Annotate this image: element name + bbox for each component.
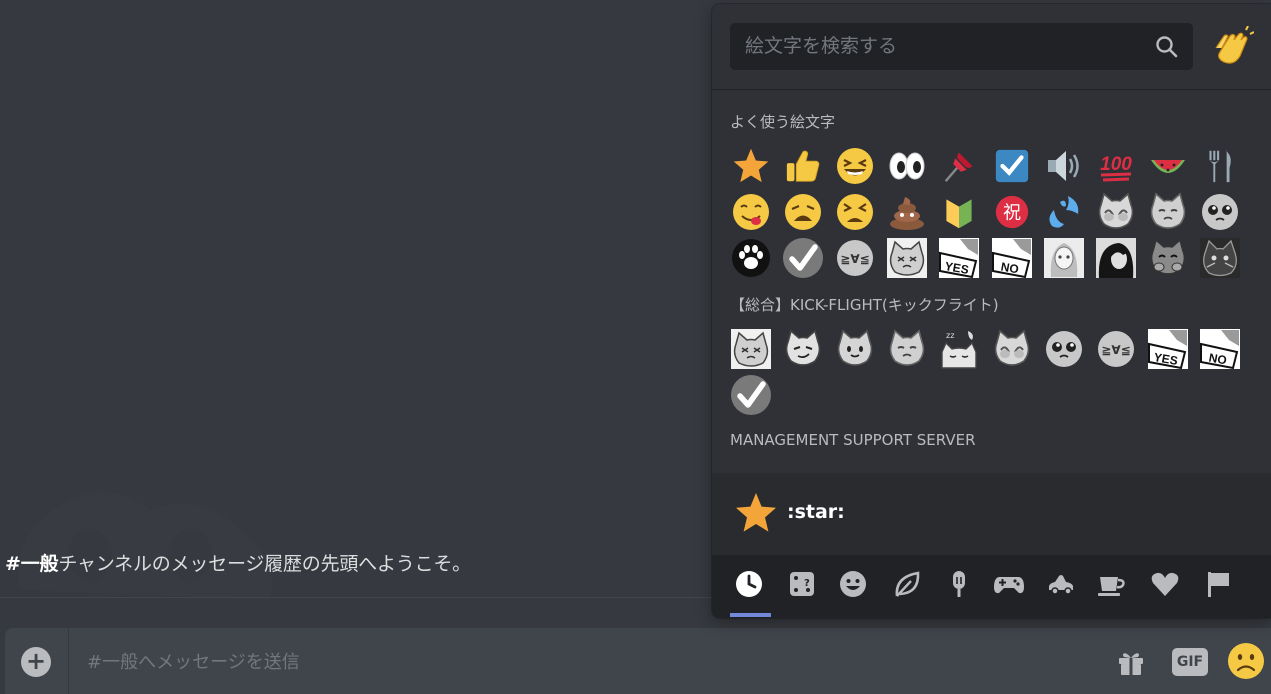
nav-people-smiley-icon[interactable]: [836, 567, 870, 601]
emoji-custom-face-geq-icon[interactable]: ≧∀≦: [833, 236, 877, 280]
emoji-picker: よく使う絵文字100祝≧∀≦YESNO【総合】KICK-FLIGHT(キックフラ…: [712, 4, 1271, 618]
emoji-custom-yes-sign-icon[interactable]: YES: [1146, 327, 1190, 371]
emoji-custom-portrait-dark-icon[interactable]: [1094, 236, 1138, 280]
gif-button[interactable]: GIF: [1172, 648, 1208, 676]
emoji-search-box: [730, 23, 1193, 70]
emoji-poop-icon[interactable]: [885, 190, 929, 234]
emoji-picker-header: [712, 4, 1271, 90]
emoji-category-label: よく使う絵文字: [730, 113, 836, 131]
gift-icon[interactable]: [1115, 646, 1147, 678]
emoji-custom-cat-hiding-face-icon[interactable]: [1094, 190, 1138, 234]
emoji-custom-girl-sketch-icon[interactable]: [1042, 236, 1086, 280]
emoji-custom-paw-icon[interactable]: [729, 236, 773, 280]
emoji-custom-cat-smile-icon[interactable]: [833, 327, 877, 371]
emoji-custom-cat-sketch-icon[interactable]: [885, 236, 929, 280]
svg-text:≧∀≦: ≧∀≦: [1101, 343, 1130, 357]
message-input[interactable]: [85, 647, 985, 677]
emoji-custom-check-gray-icon[interactable]: [781, 236, 825, 280]
svg-text:100: 100: [1100, 154, 1132, 175]
welcome-message: チャンネルのメッセージ履歴の先頭へようこそ。: [58, 553, 471, 575]
emoji-pushpin-icon[interactable]: [937, 144, 981, 188]
slightly-frowning-face-icon[interactable]: [1226, 641, 1266, 681]
svg-text:?: ?: [804, 578, 810, 589]
emoji-custom-face-pleading-icon[interactable]: [1198, 190, 1242, 234]
emoji-eyes-icon[interactable]: [885, 144, 929, 188]
emoji-custom-cat-hands-icon[interactable]: [1146, 236, 1190, 280]
emoji-custom-no-sign-icon[interactable]: NO: [1198, 327, 1242, 371]
emoji-preview-name: :star:: [787, 501, 845, 523]
emoji-watermelon-icon[interactable]: [1146, 144, 1190, 188]
nav-recent-clock-icon[interactable]: [732, 567, 766, 601]
svg-text:祝: 祝: [1002, 203, 1020, 224]
message-composer: + GIF: [5, 628, 1271, 694]
clapping-hands-icon[interactable]: [1210, 26, 1254, 70]
composer-separator: [68, 628, 69, 694]
svg-text:≧∀≦: ≧∀≦: [840, 252, 869, 266]
emoji-custom-cat-sketch-icon[interactable]: [729, 327, 773, 371]
emoji-weary-icon[interactable]: [781, 190, 825, 234]
emoji-star-icon[interactable]: [729, 144, 773, 188]
nav-symbols-heart-icon[interactable]: [1148, 567, 1182, 601]
nav-activities-gamepad-icon[interactable]: [992, 567, 1026, 601]
emoji-custom-check-gray-icon[interactable]: [729, 373, 773, 417]
channel-name: #一般: [5, 553, 59, 575]
emoji-custom-face-geq-icon[interactable]: ≧∀≦: [1094, 327, 1138, 371]
nav-travel-car-icon[interactable]: [1044, 567, 1078, 601]
emoji-laughing-icon[interactable]: [833, 144, 877, 188]
emoji-grid: よく使う絵文字 100 祝 ≧∀≦ YES NO 【総合】KICK-FLIGHT(キックフラ…: [712, 91, 1271, 473]
emoji-thumbsup-icon[interactable]: [781, 144, 825, 188]
nav-objects-cup-icon[interactable]: [1095, 567, 1129, 601]
message-divider: [0, 597, 715, 598]
nav-custom-dice-icon[interactable]: ?: [785, 567, 819, 601]
emoji-category-nav: ?: [712, 555, 1271, 618]
attach-plus-button[interactable]: +: [21, 647, 51, 677]
discord-watermark-icon: [18, 492, 273, 600]
nav-flags-flag-icon[interactable]: [1201, 567, 1235, 601]
emoji-100-icon[interactable]: 100: [1094, 144, 1138, 188]
emoji-loud-sound-icon[interactable]: [1042, 144, 1086, 188]
emoji-fork-and-knife-icon[interactable]: [1198, 144, 1242, 188]
emoji-beginner-icon[interactable]: [937, 190, 981, 234]
emoji-category-label: 【総合】KICK-FLIGHT(キックフライト): [730, 296, 999, 314]
nav-active-indicator: [730, 613, 771, 617]
channel-welcome-text: #一般チャンネルのメッセージ履歴の先頭へようこそ。: [5, 549, 471, 576]
emoji-custom-cat-sad-icon[interactable]: [1146, 190, 1190, 234]
emoji-sweat-drops-icon[interactable]: [1042, 190, 1086, 234]
emoji-custom-cat-sad-icon[interactable]: [885, 327, 929, 371]
emoji-custom-yes-sign-icon[interactable]: YES: [937, 236, 981, 280]
emoji-preview: :star:: [712, 473, 1271, 555]
emoji-custom-face-pleading-icon[interactable]: [1042, 327, 1086, 371]
nav-nature-leaf-icon[interactable]: [890, 567, 924, 601]
emoji-custom-no-sign-icon[interactable]: NO: [990, 236, 1034, 280]
search-icon[interactable]: [1154, 34, 1180, 60]
emoji-ballot-box-check-icon[interactable]: [990, 144, 1034, 188]
emoji-custom-cat-hiding-face-icon[interactable]: [990, 327, 1034, 371]
star-icon: [736, 493, 776, 532]
emoji-congratulations-ideograph-icon[interactable]: 祝: [990, 190, 1034, 234]
emoji-yum-icon[interactable]: [729, 190, 773, 234]
emoji-custom-cat-sleep-icon[interactable]: zz: [937, 327, 981, 371]
svg-text:zz: zz: [946, 331, 954, 340]
emoji-custom-cat-dark-icon[interactable]: [1198, 236, 1242, 280]
emoji-custom-cat-smirk-icon[interactable]: [781, 327, 825, 371]
emoji-search-input[interactable]: [743, 31, 1143, 61]
nav-food-popsicle-icon[interactable]: [942, 567, 976, 601]
emoji-tired-face-icon[interactable]: [833, 190, 877, 234]
emoji-category-label: MANAGEMENT SUPPORT SERVER: [730, 431, 976, 449]
